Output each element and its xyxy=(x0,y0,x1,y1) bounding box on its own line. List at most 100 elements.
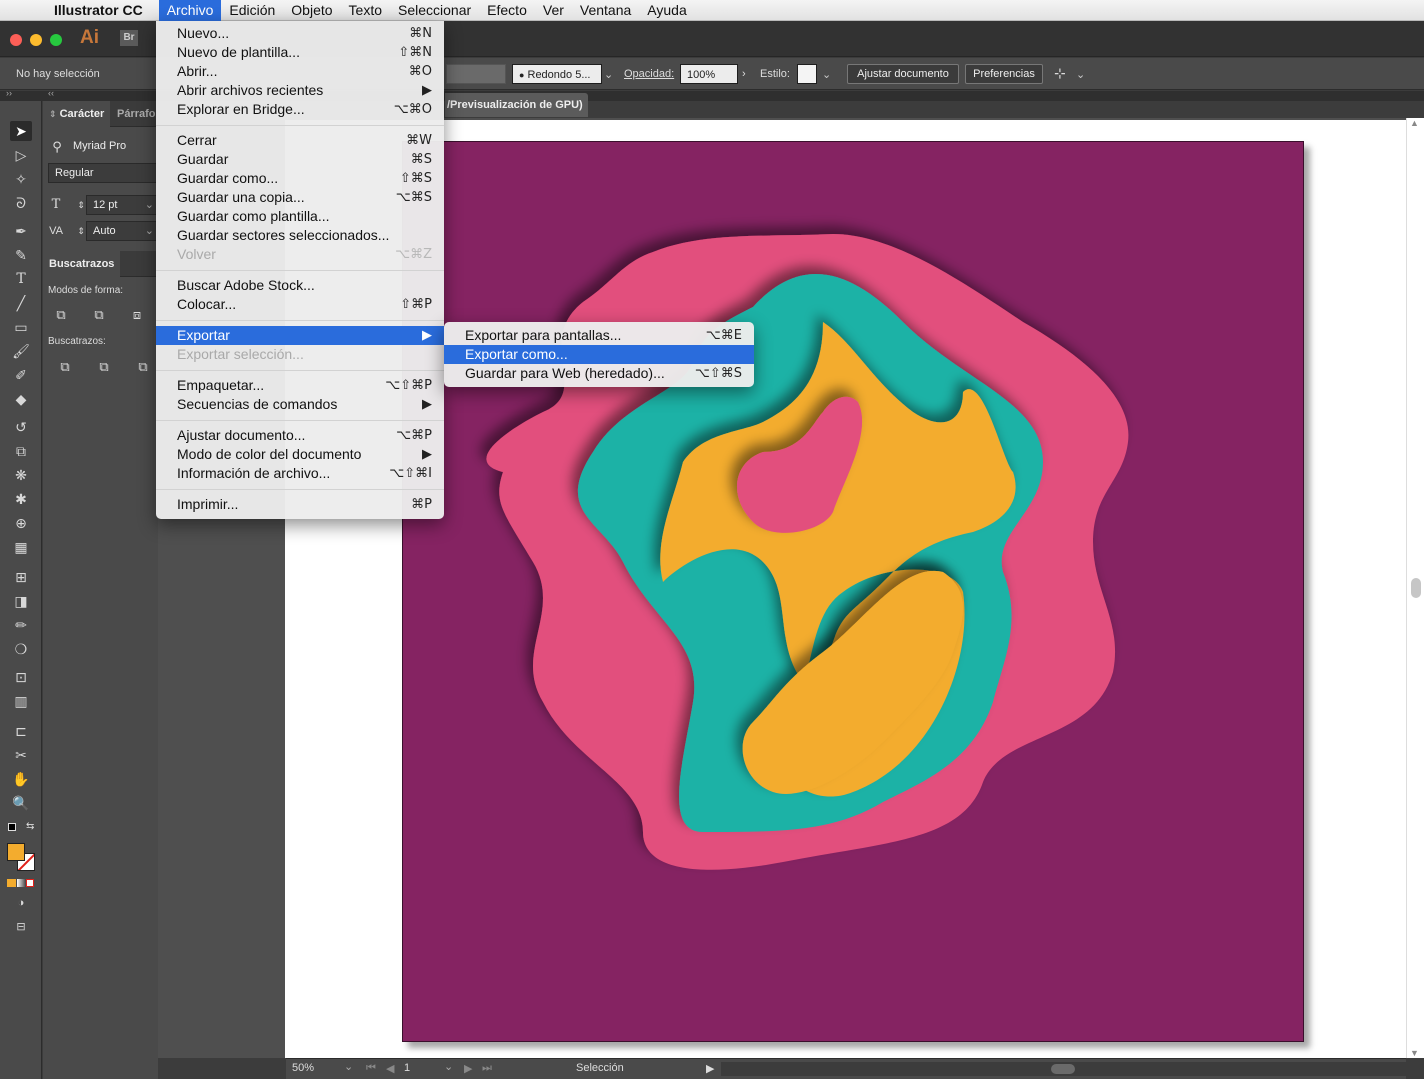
chevron-down-icon[interactable]: ⌄ xyxy=(604,68,613,81)
divide-icon[interactable]: ⧉ xyxy=(57,359,73,375)
intersect-icon[interactable]: ⧈ xyxy=(129,307,145,323)
font-size-field[interactable]: 12 pt ⌄ xyxy=(86,195,158,215)
paintbrush-tool-icon[interactable]: 🖌 xyxy=(10,341,32,361)
unite-icon[interactable]: ⧉ xyxy=(53,307,69,323)
menu-texto[interactable]: Texto xyxy=(341,0,390,21)
eyedropper-tool-icon[interactable]: ✏ xyxy=(10,615,32,635)
font-family-field[interactable]: Myriad Pro xyxy=(67,137,158,157)
menu-item-explorar-bridge[interactable]: Explorar en Bridge... ⌥⌘O xyxy=(156,100,444,119)
menu-efecto[interactable]: Efecto xyxy=(479,0,535,21)
lasso-tool-icon[interactable]: ᘐ xyxy=(10,193,32,213)
zoom-tool-icon[interactable]: 🔍 xyxy=(10,793,32,813)
chevron-down-icon[interactable]: ⌄ xyxy=(145,196,154,214)
menu-item-secuencias[interactable]: Secuencias de comandos ▶ xyxy=(156,395,444,414)
merge-icon[interactable]: ⧉ xyxy=(135,359,151,375)
chevron-down-icon[interactable]: ⌄ xyxy=(145,222,154,240)
chevron-down-icon[interactable]: ⌄ xyxy=(822,68,831,81)
menu-item-guardar-copia[interactable]: Guardar una copia... ⌥⌘S xyxy=(156,188,444,207)
scale-tool-icon[interactable]: ⧉ xyxy=(10,441,32,461)
tracking-field[interactable]: Auto ⌄ xyxy=(86,221,158,241)
menu-item-imprimir[interactable]: Imprimir... ⌘P xyxy=(156,495,444,514)
scroll-down-icon[interactable]: ▼ xyxy=(1410,1048,1419,1058)
brush-definition-select[interactable]: ● Redondo 5... xyxy=(512,64,602,84)
document-tab[interactable]: /Previsualización de GPU) xyxy=(445,93,588,117)
shape-builder-tool-icon[interactable]: ⊕ xyxy=(10,513,32,533)
direct-selection-tool-icon[interactable]: ▷ xyxy=(10,145,32,165)
menu-item-guardar-plantilla[interactable]: Guardar como plantilla... xyxy=(156,207,444,226)
menu-item-guardar-como[interactable]: Guardar como... ⇧⌘S xyxy=(156,169,444,188)
style-swatch[interactable] xyxy=(797,64,817,84)
color-mode-icon[interactable] xyxy=(7,879,16,887)
menu-item-guardar[interactable]: Guardar ⌘S xyxy=(156,150,444,169)
opacity-label[interactable]: Opacidad: xyxy=(624,68,674,80)
opacity-field[interactable]: 100% xyxy=(680,64,738,84)
horizontal-scroll-thumb[interactable] xyxy=(1051,1064,1075,1074)
menu-item-colocar[interactable]: Colocar... ⇧⌘P xyxy=(156,295,444,314)
rotate-tool-icon[interactable]: ↺ xyxy=(10,417,32,437)
artwork-artboard[interactable] xyxy=(402,141,1304,1042)
menu-item-nuevo[interactable]: Nuevo... ⌘N xyxy=(156,24,444,43)
menu-item-exportar[interactable]: Exportar ▶ xyxy=(156,326,444,345)
selection-tool-icon[interactable]: ➤ xyxy=(10,121,32,141)
menu-item-buscar-stock[interactable]: Buscar Adobe Stock... xyxy=(156,276,444,295)
menu-edicion[interactable]: Edición xyxy=(221,0,283,21)
scrollbar-thumb[interactable] xyxy=(1411,578,1421,598)
swap-colors-icon[interactable]: ⇆ xyxy=(26,821,34,832)
slice-tool-icon[interactable]: ✂ xyxy=(10,745,32,765)
previous-artboard-icon[interactable]: ◀ xyxy=(386,1062,394,1075)
zoom-window-button[interactable] xyxy=(50,34,62,46)
menu-item-cerrar[interactable]: Cerrar ⌘W xyxy=(156,131,444,150)
tab-parrafo[interactable]: Párrafo xyxy=(111,101,162,127)
warp-tool-icon[interactable]: ❋ xyxy=(10,465,32,485)
menu-item-exportar-como[interactable]: Exportar como... xyxy=(444,345,754,364)
menu-item-ajustar-documento[interactable]: Ajustar documento... ⌥⌘P xyxy=(156,426,444,445)
symbol-sprayer-tool-icon[interactable]: ⊡ xyxy=(10,667,32,687)
menu-item-empaquetar[interactable]: Empaquetar... ⌥⇧⌘P xyxy=(156,376,444,395)
draw-mode-icon[interactable]: ◑ xyxy=(10,893,32,913)
menu-item-modo-color[interactable]: Modo de color del documento ▶ xyxy=(156,445,444,464)
current-tool-status[interactable]: Selección xyxy=(576,1062,624,1074)
chevron-down-icon[interactable]: ⌄ xyxy=(344,1060,353,1073)
menu-ventana[interactable]: Ventana xyxy=(572,0,639,21)
vertical-scrollbar[interactable]: ▲ ▼ xyxy=(1406,118,1424,1058)
hand-tool-icon[interactable]: ✋ xyxy=(10,769,32,789)
none-mode-icon[interactable] xyxy=(26,879,34,887)
menu-seleccionar[interactable]: Seleccionar xyxy=(390,0,479,21)
eraser-tool-icon[interactable]: ◆ xyxy=(10,389,32,409)
preferences-button[interactable]: Preferencias xyxy=(965,64,1043,84)
mesh-tool-icon[interactable]: ⊞ xyxy=(10,567,32,587)
puppet-warp-tool-icon[interactable]: ✱ xyxy=(10,489,32,509)
type-tool-icon[interactable]: T xyxy=(10,269,32,289)
perspective-grid-tool-icon[interactable]: ▦ xyxy=(10,537,32,557)
status-menu-icon[interactable]: ▶ xyxy=(706,1062,714,1075)
menu-item-informacion-archivo[interactable]: Información de archivo... ⌥⇧⌘I xyxy=(156,464,444,483)
app-name-menu[interactable]: Illustrator CC xyxy=(44,2,151,18)
chevron-down-icon[interactable]: ⌄ xyxy=(1076,68,1085,81)
menu-ver[interactable]: Ver xyxy=(535,0,572,21)
zoom-level[interactable]: 50% xyxy=(292,1062,314,1074)
minus-front-icon[interactable]: ⧉ xyxy=(91,307,107,323)
artboard-number[interactable]: 1 xyxy=(404,1062,410,1074)
horizontal-scrollbar[interactable] xyxy=(721,1062,1406,1076)
artboard-tool-icon[interactable]: ⊏ xyxy=(10,721,32,741)
blend-tool-icon[interactable]: ❍ xyxy=(10,639,32,659)
default-colors-icon[interactable] xyxy=(8,823,16,831)
first-artboard-icon[interactable]: ⏮ xyxy=(366,1062,376,1075)
font-style-field[interactable]: Regular xyxy=(48,163,158,183)
stroke-weight-field[interactable] xyxy=(446,64,506,84)
gradient-tool-icon[interactable]: ◨ xyxy=(10,591,32,611)
menu-item-nuevo-plantilla[interactable]: Nuevo de plantilla... ⇧⌘N xyxy=(156,43,444,62)
curvature-tool-icon[interactable]: ✎ xyxy=(10,245,32,265)
bridge-button[interactable]: Br xyxy=(120,30,138,46)
menu-ayuda[interactable]: Ayuda xyxy=(639,0,694,21)
chevron-down-icon[interactable]: ⌄ xyxy=(444,1060,453,1073)
trim-icon[interactable]: ⧉ xyxy=(96,359,112,375)
next-artboard-icon[interactable]: ▶ xyxy=(464,1062,472,1075)
last-artboard-icon[interactable]: ⏭ xyxy=(482,1062,492,1075)
menu-item-guardar-sectores[interactable]: Guardar sectores seleccionados... xyxy=(156,226,444,245)
chevron-right-icon[interactable]: › xyxy=(742,68,746,80)
arrange-icon[interactable]: ⊹ xyxy=(1054,65,1066,82)
tab-buscatrazos[interactable]: Buscatrazos xyxy=(43,251,121,277)
minimize-window-button[interactable] xyxy=(30,34,42,46)
menu-item-abrir-recientes[interactable]: Abrir archivos recientes ▶ xyxy=(156,81,444,100)
